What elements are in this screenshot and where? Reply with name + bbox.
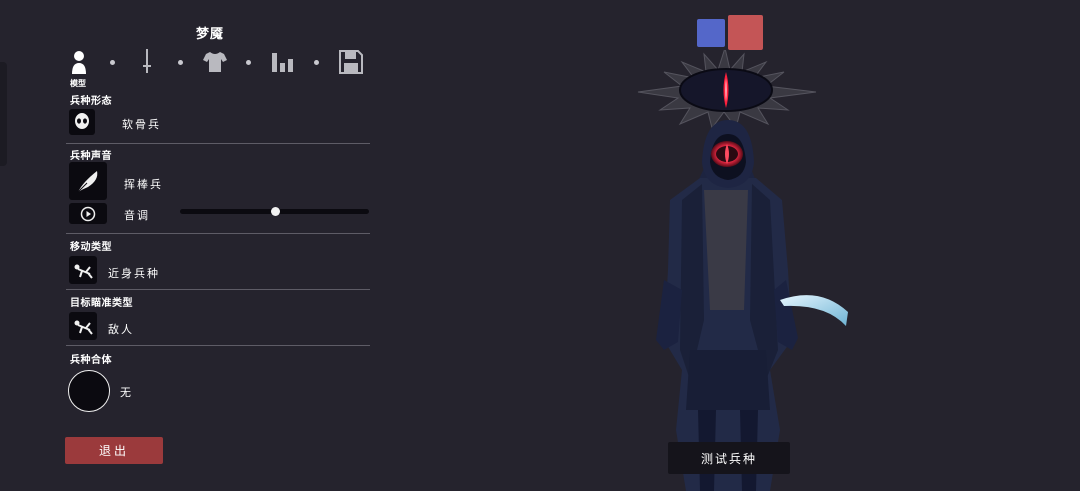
section-label-combo: 兵种合体	[70, 355, 112, 366]
tab-separator-dot	[110, 60, 115, 65]
fallen-figure-icon	[74, 264, 93, 279]
section-label-movement: 移动类型	[70, 242, 112, 253]
tab-separator-dot	[314, 60, 319, 65]
tab-clothing[interactable]	[202, 48, 228, 76]
targeting-value: 敌人	[108, 323, 134, 336]
targeting-selector[interactable]	[69, 312, 97, 340]
voice-selector[interactable]	[69, 162, 107, 200]
unit-preview[interactable]	[620, 50, 860, 491]
tab-separator-dot	[178, 60, 183, 65]
combo-value: 无	[120, 386, 133, 399]
tab-model[interactable]	[66, 48, 92, 76]
tab-separator-dot	[246, 60, 251, 65]
side-drawer-handle[interactable]	[0, 62, 7, 166]
section-divider	[66, 345, 370, 346]
combo-selector[interactable]	[68, 370, 110, 412]
section-divider	[66, 289, 370, 290]
form-value: 软骨兵	[122, 118, 161, 131]
movement-selector[interactable]	[69, 256, 97, 284]
exit-button[interactable]: 退出	[65, 437, 163, 464]
section-label-voice: 兵种声音	[70, 151, 112, 162]
unit-name-title: 梦魇	[196, 27, 225, 42]
voice-value: 挥棒兵	[124, 178, 163, 191]
test-unit-button[interactable]: 测试兵种	[668, 442, 790, 474]
section-divider	[66, 233, 370, 234]
editor-tab-bar	[66, 48, 366, 78]
form-selector[interactable]	[69, 109, 95, 135]
pitch-slider[interactable]	[180, 207, 369, 216]
feather-icon	[77, 171, 98, 193]
tab-weapons[interactable]	[134, 48, 160, 76]
tab-stats[interactable]	[270, 48, 296, 76]
cloaked-figure	[656, 120, 798, 491]
sword-icon	[143, 49, 151, 73]
team-blue-button[interactable]	[697, 19, 725, 47]
movement-value: 近身兵种	[108, 267, 160, 280]
tab-save[interactable]	[338, 48, 364, 76]
shirt-icon	[203, 52, 227, 72]
active-tab-label: 模型	[70, 79, 86, 88]
save-icon	[339, 50, 363, 74]
floating-eye-halo	[637, 50, 817, 130]
play-icon	[80, 206, 96, 221]
person-icon	[72, 51, 86, 74]
pitch-label: 音调	[124, 209, 150, 222]
skull-icon	[75, 113, 89, 129]
section-divider	[66, 143, 370, 144]
pitch-slider-knob[interactable]	[270, 207, 280, 216]
team-red-button[interactable]	[728, 15, 763, 50]
play-voice-button[interactable]	[69, 203, 107, 224]
fallen-figure-icon	[74, 320, 93, 335]
section-label-targeting: 目标瞄准类型	[70, 298, 133, 309]
stats-icon	[272, 53, 293, 72]
section-label-form: 兵种形态	[70, 96, 112, 107]
